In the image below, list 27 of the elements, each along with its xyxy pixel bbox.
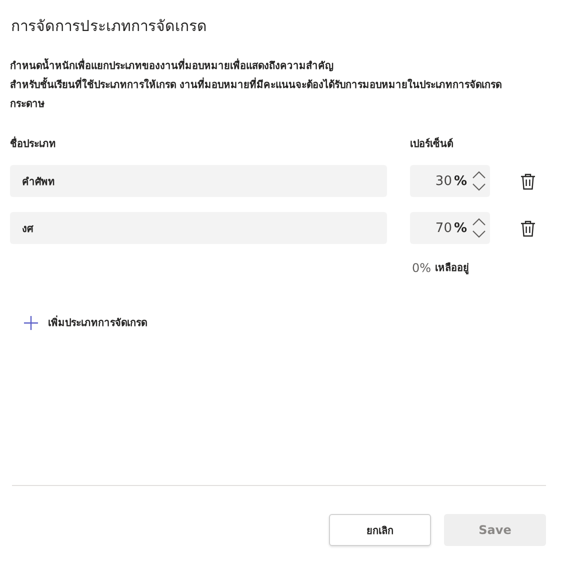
description-text: กำหนดน้ำหนักเพื่อแยกประเภทของงานที่มอบหมายเพื่อแสดงถึงความสำคัญ (10, 60, 546, 74)
trash-icon (520, 172, 536, 190)
remaining-label: เหลืออยู่ (435, 261, 470, 275)
increment-button[interactable] (472, 171, 486, 179)
increment-button[interactable] (472, 218, 486, 226)
description-text: สำหรับชั้นเรียนที่ใช้ประเภทการให้เกรด งานที่มอบหมายที่มีคะแนนจะต้องได้รับการมอบหมายในประเภทการจัดเกรด (10, 79, 546, 93)
column-header: ชื่อประเภท (10, 136, 410, 151)
description-text: กระดาษ (10, 98, 46, 112)
decrement-button[interactable] (472, 183, 486, 191)
decrement-button[interactable] (472, 230, 486, 238)
category-name-field[interactable]: คำศัพท (10, 165, 387, 197)
chevron-down-icon (472, 230, 486, 238)
column-header: เปอร์เซ็นต์ (410, 136, 453, 151)
delete-button[interactable] (520, 172, 536, 190)
delete-button[interactable] (520, 220, 536, 236)
percent-field[interactable]: 30% (410, 165, 490, 197)
chevron-up-icon (472, 171, 486, 179)
dialog-title: การจัดการประเภทการจัดเกรด (11, 16, 208, 37)
category-name-field[interactable]: งศ (10, 212, 387, 244)
percent-field[interactable]: 70% (410, 212, 490, 244)
add-category-button[interactable]: เพิ่มประเภทการจัดเกรด (24, 315, 147, 330)
chevron-down-icon (472, 183, 486, 191)
trash-icon (520, 220, 536, 236)
remaining-percent: 0% (412, 260, 432, 274)
plus-icon (24, 316, 38, 330)
cancel-button[interactable]: ยกเลิก (329, 514, 431, 546)
chevron-up-icon (472, 218, 486, 226)
